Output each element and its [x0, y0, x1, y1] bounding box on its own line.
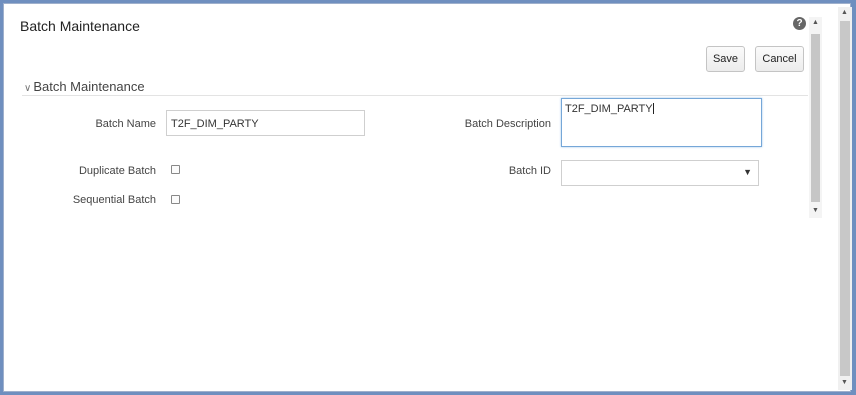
batch-id-label: Batch ID	[508, 165, 551, 177]
outer-scroll-down-icon[interactable]: ▼	[841, 379, 848, 386]
inner-scrollbar-thumb[interactable]	[811, 34, 820, 202]
outer-scrollbar-thumb[interactable]	[840, 21, 850, 376]
scroll-down-icon[interactable]: ▼	[812, 207, 819, 214]
section-header[interactable]: ∨ Batch Maintenance	[24, 79, 145, 94]
duplicate-batch-checkbox[interactable]	[171, 165, 180, 174]
page-title: Batch Maintenance	[20, 18, 140, 34]
batch-description-text: T2F_DIM_PARTY	[565, 103, 653, 115]
batch-id-select[interactable]: ▼	[561, 160, 759, 186]
dropdown-arrow-icon: ▼	[743, 167, 752, 177]
section-divider	[22, 95, 808, 96]
sequential-batch-checkbox[interactable]	[171, 195, 180, 204]
batch-name-label: Batch Name	[95, 118, 156, 130]
batch-name-input[interactable]: T2F_DIM_PARTY	[166, 110, 365, 136]
scroll-up-icon[interactable]: ▲	[812, 19, 819, 26]
duplicate-batch-label: Duplicate Batch	[78, 165, 156, 177]
section-title: Batch Maintenance	[33, 79, 145, 94]
inner-scrollbar[interactable]: ▲ ▼	[809, 17, 822, 218]
text-cursor	[652, 103, 654, 114]
outer-scrollbar[interactable]: ▲ ▼	[838, 7, 852, 390]
sequential-batch-label: Sequential Batch	[72, 194, 156, 206]
outer-scroll-up-icon[interactable]: ▲	[841, 9, 848, 16]
batch-maintenance-window: Batch Maintenance ? Save Cancel ∨ Batch M…	[3, 3, 852, 392]
batch-description-textarea[interactable]: T2F_DIM_PARTY	[561, 98, 762, 147]
save-button[interactable]: Save	[706, 46, 745, 72]
chevron-down-icon: ∨	[24, 83, 32, 94]
cancel-button[interactable]: Cancel	[755, 46, 804, 72]
help-icon[interactable]: ?	[793, 17, 806, 30]
batch-description-label: Batch Description	[464, 118, 551, 130]
